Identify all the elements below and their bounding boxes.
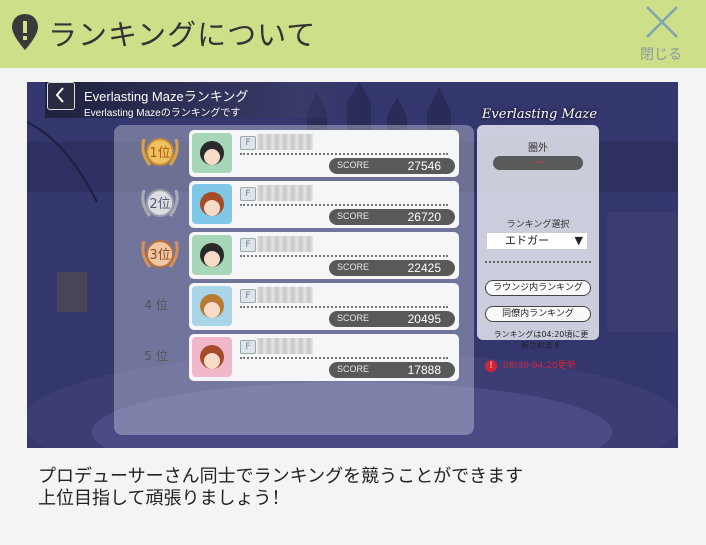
score-bar: SCORE 20495	[329, 311, 455, 327]
avatar	[192, 133, 232, 173]
update-time-notice: ! 08/30 04:20更新	[485, 358, 597, 372]
avatar	[192, 184, 232, 224]
divider	[240, 306, 448, 308]
gold-medal-icon: 1位	[141, 138, 179, 166]
fan-badge: F	[240, 187, 256, 201]
ranking-select-value: エドガー	[505, 234, 549, 247]
rank-label: 5 位	[144, 349, 168, 363]
blurred-player-name	[257, 236, 313, 252]
close-label: 閉じる	[640, 47, 682, 63]
description-line-2: 上位目指して頑張りましょう！	[38, 488, 290, 509]
help-header: ランキングについて 閉じる	[0, 0, 706, 68]
score-label: SCORE	[337, 211, 370, 221]
avatar	[192, 286, 232, 326]
blurred-player-name	[257, 134, 313, 150]
close-button[interactable]: 閉じる	[636, 2, 690, 64]
blurred-player-name	[257, 338, 313, 354]
avatar	[192, 235, 232, 275]
ranking-row[interactable]: 2位 F SCORE 26720	[114, 178, 474, 228]
ranking-row[interactable]: 3位 F SCORE 22425	[114, 229, 474, 279]
ranking-screenshot: Everlasting Mazeランキング Everlasting Mazeのラ…	[27, 82, 678, 448]
back-button[interactable]	[47, 82, 75, 110]
ranking-select-dropdown[interactable]: エドガー ▼	[487, 233, 587, 249]
ranking-card[interactable]: F SCORE 17888	[189, 334, 459, 381]
colleague-ranking-button[interactable]: 同僚内ランキング	[485, 306, 591, 322]
score-bar: SCORE 26720	[329, 209, 455, 225]
svg-text:2位: 2位	[149, 197, 170, 212]
score-bar: SCORE 27546	[329, 158, 455, 174]
out-of-rank-value: ---	[493, 156, 583, 170]
score-value: 20495	[407, 312, 441, 326]
ranking-select-label: ランキング選択	[506, 220, 570, 230]
ranking-card[interactable]: F SCORE 26720	[189, 181, 459, 228]
score-value: 22425	[407, 261, 441, 275]
ranking-row[interactable]: 4 位 F SCORE 20495	[114, 280, 474, 330]
score-value: 27546	[407, 159, 441, 173]
lounge-ranking-button[interactable]: ラウンジ内ランキング	[485, 280, 591, 296]
bronze-medal-icon: 3位	[141, 240, 179, 268]
score-label: SCORE	[337, 364, 370, 374]
description: プロデューサーさん同士でランキングを競うことができます 上位目指して頑張りましょ…	[38, 466, 523, 510]
divider	[240, 255, 448, 257]
score-bar: SCORE 17888	[329, 362, 455, 378]
ranking-title: Everlasting Mazeランキング	[84, 89, 249, 104]
chevron-left-icon	[55, 87, 64, 103]
score-value: 26720	[407, 210, 441, 224]
fan-badge: F	[240, 340, 256, 354]
ranking-card[interactable]: F SCORE 27546	[189, 130, 459, 177]
divider	[240, 153, 448, 155]
ranking-card[interactable]: F SCORE 22425	[189, 232, 459, 279]
blurred-player-name	[257, 287, 313, 303]
alert-icon: !	[485, 360, 497, 372]
svg-text:1位: 1位	[149, 146, 170, 161]
out-of-rank-label: 圏外	[528, 143, 548, 154]
fan-badge: F	[240, 289, 256, 303]
ranking-side-panel: 圏外 --- ランキング選択 エドガー ▼ ラウンジ内ランキング 同僚内ランキン…	[477, 125, 599, 372]
divider	[240, 204, 448, 206]
score-label: SCORE	[337, 313, 370, 323]
divider	[240, 357, 448, 359]
ranking-row[interactable]: 5 位 F SCORE 17888	[114, 331, 474, 381]
ranking-row[interactable]: 1位 F SCORE 27546	[114, 127, 474, 177]
score-label: SCORE	[337, 160, 370, 170]
ranking-card[interactable]: F SCORE 20495	[189, 283, 459, 330]
close-icon	[646, 6, 678, 38]
svg-text:3位: 3位	[149, 248, 170, 263]
divider	[485, 261, 591, 263]
score-bar: SCORE 22425	[329, 260, 455, 276]
triangle-down-icon: ▼	[574, 234, 583, 247]
ranking-list[interactable]: 1位 F SCORE 27546 2位 F SCORE 26720 3位 F S…	[114, 125, 474, 435]
avatar	[192, 337, 232, 377]
update-note: ランキングは04:20頃に更新されます	[493, 330, 589, 350]
page-title: ランキングについて	[48, 18, 317, 52]
score-value: 17888	[407, 363, 441, 377]
blurred-player-name	[257, 185, 313, 201]
ranking-subtitle: Everlasting Mazeのランキングです	[84, 108, 241, 119]
silver-medal-icon: 2位	[141, 189, 179, 217]
fan-badge: F	[240, 136, 256, 150]
description-line-1: プロデューサーさん同士でランキングを競うことができます	[38, 466, 524, 487]
rank-label: 4 位	[144, 298, 168, 312]
score-label: SCORE	[337, 262, 370, 272]
update-time: 08/30 04:20更新	[503, 361, 576, 371]
location-pin-icon	[12, 14, 38, 50]
fan-badge: F	[240, 238, 256, 252]
